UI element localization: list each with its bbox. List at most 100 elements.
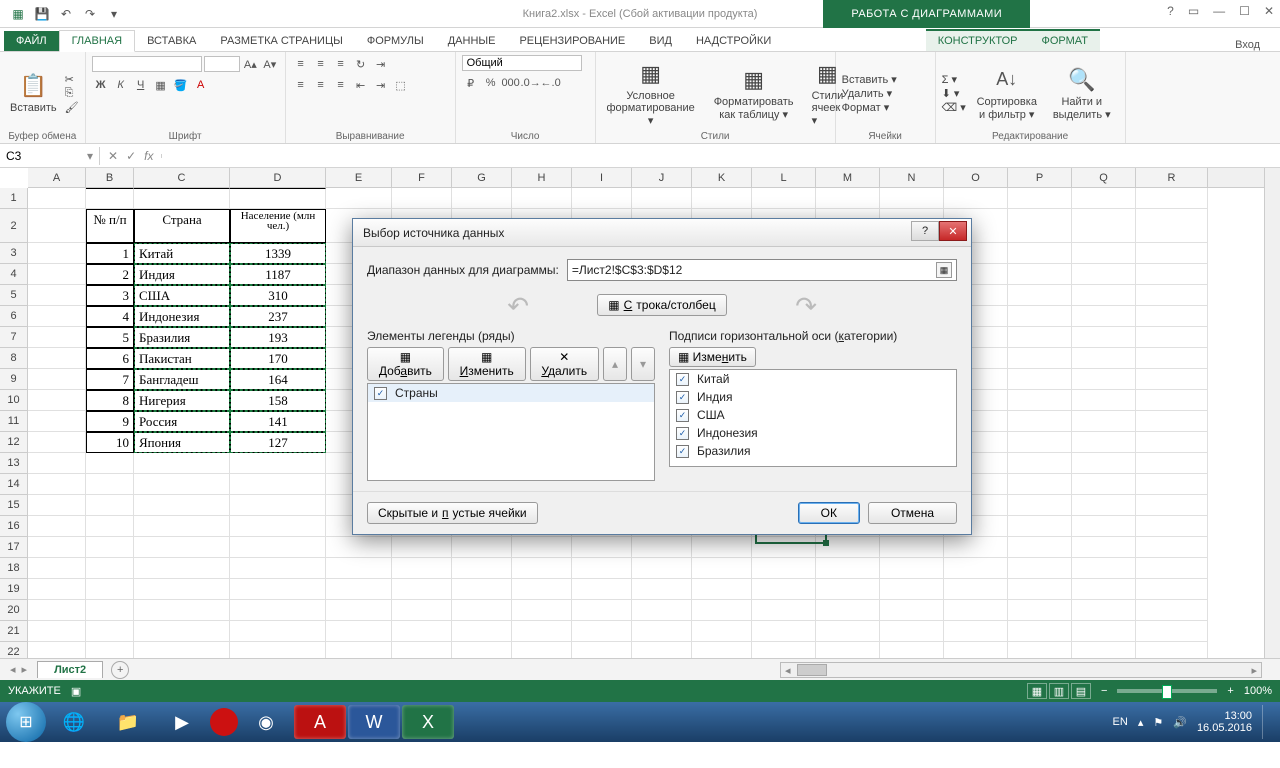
row-header[interactable]: 12: [0, 432, 28, 453]
cell[interactable]: [1136, 243, 1208, 264]
cell[interactable]: [1136, 411, 1208, 432]
horizontal-scrollbar[interactable]: ◂ ▸: [780, 662, 1262, 678]
taskbar-media-player[interactable]: ▶: [156, 705, 208, 739]
cell[interactable]: [452, 537, 512, 558]
row-header[interactable]: 16: [0, 516, 28, 537]
help-icon[interactable]: ?: [1167, 4, 1174, 18]
page-break-view-icon[interactable]: ▤: [1071, 683, 1091, 699]
cell[interactable]: [1136, 621, 1208, 642]
cell[interactable]: [1136, 474, 1208, 495]
edit-series-button[interactable]: ▦ Изменить: [448, 347, 526, 381]
cell[interactable]: [230, 621, 326, 642]
cell[interactable]: [692, 600, 752, 621]
tray-show-hidden-icon[interactable]: ▴: [1138, 716, 1144, 729]
cell[interactable]: [134, 600, 230, 621]
cell[interactable]: [1072, 411, 1136, 432]
cell[interactable]: [28, 369, 86, 390]
cell[interactable]: [392, 621, 452, 642]
cell[interactable]: [1136, 537, 1208, 558]
font-size-combo[interactable]: [204, 56, 240, 72]
merge-icon[interactable]: ⬚: [392, 76, 410, 94]
list-item[interactable]: ✓Китай: [670, 370, 956, 388]
name-box[interactable]: C3▾: [0, 147, 100, 165]
cell[interactable]: [326, 600, 392, 621]
cell[interactable]: [86, 621, 134, 642]
underline-button[interactable]: Ч: [132, 76, 150, 94]
macro-record-icon[interactable]: ▣: [71, 685, 81, 698]
cell[interactable]: [134, 558, 230, 579]
cell[interactable]: [86, 600, 134, 621]
cell[interactable]: 4: [86, 306, 134, 327]
cell[interactable]: [134, 188, 230, 209]
cell[interactable]: [1072, 537, 1136, 558]
cell[interactable]: [1008, 579, 1072, 600]
cell[interactable]: [86, 474, 134, 495]
orientation-icon[interactable]: ↻: [352, 55, 370, 73]
percent-icon[interactable]: %: [482, 74, 500, 92]
cancel-button[interactable]: Отмена: [868, 502, 957, 524]
row-header[interactable]: 9: [0, 369, 28, 390]
row-header[interactable]: 11: [0, 411, 28, 432]
cell[interactable]: [632, 621, 692, 642]
align-center-icon[interactable]: ≡: [312, 76, 330, 94]
clear-icon[interactable]: ⌫ ▾: [942, 101, 966, 114]
cell[interactable]: [1136, 516, 1208, 537]
tray-flag-icon[interactable]: ⚑: [1153, 716, 1163, 729]
cell[interactable]: [512, 558, 572, 579]
cancel-formula-icon[interactable]: ✕: [108, 149, 118, 163]
cell[interactable]: [28, 390, 86, 411]
cell[interactable]: 1339: [230, 243, 326, 264]
cell[interactable]: Бангладеш: [134, 369, 230, 390]
sheet-nav-prev-icon[interactable]: ◂: [10, 663, 16, 676]
list-item[interactable]: ✓Страны: [368, 384, 654, 402]
tab-insert[interactable]: ВСТАВКА: [135, 31, 208, 51]
row-header[interactable]: 15: [0, 495, 28, 516]
cell[interactable]: [326, 537, 392, 558]
cell[interactable]: [230, 600, 326, 621]
cell[interactable]: № п/п: [86, 209, 134, 243]
tray-lang[interactable]: EN: [1113, 716, 1128, 728]
formula-input[interactable]: [161, 154, 1280, 158]
cell[interactable]: Нигерия: [134, 390, 230, 411]
cell[interactable]: [326, 621, 392, 642]
row-header[interactable]: 8: [0, 348, 28, 369]
cell[interactable]: Индия: [134, 264, 230, 285]
cell[interactable]: [28, 558, 86, 579]
cell[interactable]: [1008, 621, 1072, 642]
cell[interactable]: [1136, 327, 1208, 348]
cell[interactable]: [1008, 558, 1072, 579]
tray-volume-icon[interactable]: 🔊: [1173, 716, 1187, 729]
cell[interactable]: [28, 495, 86, 516]
cell[interactable]: [512, 621, 572, 642]
cell[interactable]: [28, 243, 86, 264]
hidden-empty-cells-button[interactable]: Скрытые и пустые ячейки: [367, 502, 538, 524]
cell[interactable]: 127: [230, 432, 326, 453]
taskbar-excel[interactable]: X: [402, 705, 454, 739]
column-header[interactable]: C: [134, 168, 230, 187]
increase-decimal-icon[interactable]: .0→: [522, 74, 540, 92]
cell[interactable]: [512, 537, 572, 558]
cell[interactable]: [1072, 474, 1136, 495]
column-header[interactable]: B: [86, 168, 134, 187]
cell[interactable]: [880, 579, 944, 600]
cell[interactable]: [880, 600, 944, 621]
cell[interactable]: [880, 188, 944, 209]
cell[interactable]: [28, 188, 86, 209]
cell[interactable]: [230, 474, 326, 495]
cell[interactable]: [1136, 306, 1208, 327]
cell[interactable]: [692, 558, 752, 579]
cell[interactable]: [28, 537, 86, 558]
cell[interactable]: [752, 579, 816, 600]
cell[interactable]: 3: [86, 285, 134, 306]
column-header[interactable]: I: [572, 168, 632, 187]
cell[interactable]: [1136, 285, 1208, 306]
cell[interactable]: [1072, 390, 1136, 411]
row-header[interactable]: 13: [0, 453, 28, 474]
cell[interactable]: [752, 558, 816, 579]
ribbon-toggle-icon[interactable]: ▭: [1188, 4, 1199, 18]
cell[interactable]: [1008, 600, 1072, 621]
cell[interactable]: [134, 621, 230, 642]
cell[interactable]: [1008, 348, 1072, 369]
cell[interactable]: [86, 537, 134, 558]
enter-formula-icon[interactable]: ✓: [126, 149, 136, 163]
